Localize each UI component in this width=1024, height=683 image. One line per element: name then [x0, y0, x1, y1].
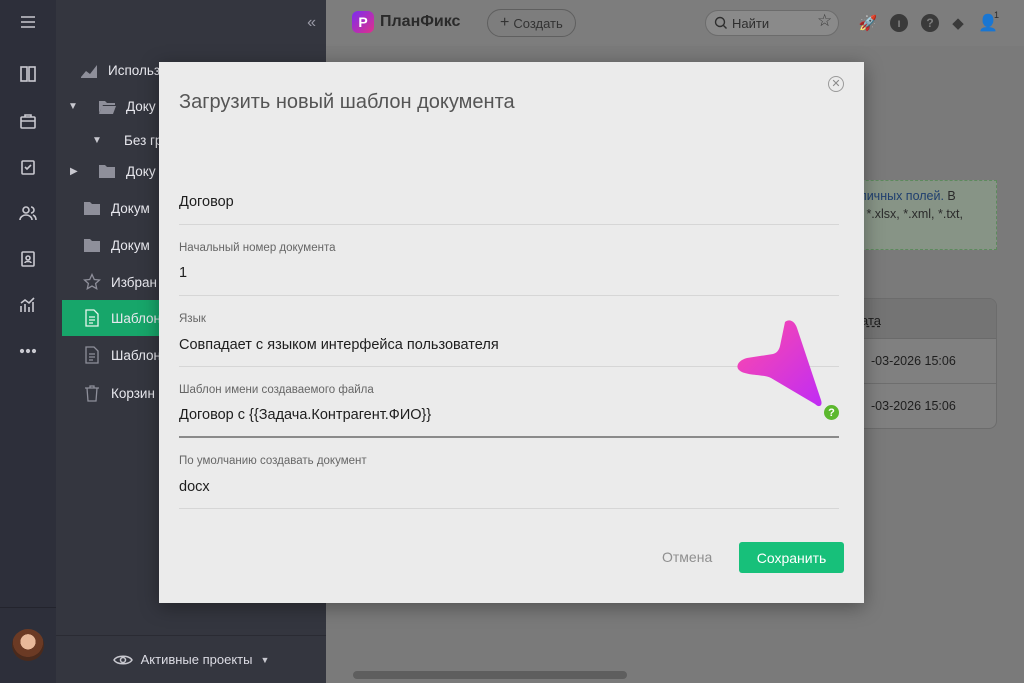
- templates-table: ата -03-2026 15:06 -03-2026 15:06: [846, 298, 997, 429]
- table-header-date[interactable]: ата: [847, 299, 996, 339]
- logo-mark: P: [352, 11, 374, 33]
- more-icon[interactable]: [18, 341, 38, 361]
- active-projects-filter[interactable]: Активные проекты ▼: [56, 635, 326, 683]
- search-icon: [714, 16, 727, 29]
- star-icon: [82, 272, 102, 291]
- briefcase-icon[interactable]: [18, 111, 38, 131]
- help-icon[interactable]: ?: [824, 405, 839, 420]
- notifications-count: 1: [994, 10, 1000, 20]
- contacts-icon[interactable]: [18, 203, 38, 223]
- start-number-value: 1: [179, 265, 188, 281]
- chevron-down-icon: ▼: [260, 654, 270, 665]
- horizontal-scrollbar[interactable]: [353, 671, 627, 679]
- analytics-icon[interactable]: [18, 295, 38, 315]
- plus-icon: +: [500, 14, 510, 31]
- create-button[interactable]: + Создать: [487, 9, 576, 37]
- tutorial-pointer-icon: [737, 320, 822, 407]
- help-icon[interactable]: ?: [921, 14, 939, 32]
- caret-right-icon[interactable]: ▶: [70, 166, 82, 177]
- app-logo[interactable]: P ПланФикс: [352, 11, 460, 33]
- language-label: Язык: [179, 313, 206, 325]
- default-format-label: По умолчанию создавать документ: [179, 455, 367, 467]
- menu-icon[interactable]: [18, 12, 38, 32]
- table-row[interactable]: -03-2026 15:06: [847, 384, 996, 428]
- trash-icon: [83, 384, 101, 402]
- folder-icon: [83, 236, 101, 254]
- start-number-label: Начальный номер документа: [179, 242, 336, 254]
- info-note: азличных полей. В cx, *.xlsx, *.xml, *.t…: [846, 180, 997, 250]
- chart-icon: [80, 61, 98, 79]
- language-value: Совпадает с языком интерфейса пользовате…: [179, 337, 499, 353]
- caret-down-icon[interactable]: ▼: [68, 101, 80, 112]
- close-icon[interactable]: ✕: [828, 76, 844, 92]
- filename-template-label: Шаблон имени создаваемого файла: [179, 384, 374, 396]
- document-icon: [83, 346, 101, 364]
- default-format-field[interactable]: По умолчанию создавать документ docx: [179, 438, 839, 509]
- document-name-value: Договор: [179, 194, 234, 210]
- dialog-title: Загрузить новый шаблон документа: [179, 91, 515, 113]
- cancel-button[interactable]: Отмена: [662, 549, 712, 565]
- create-label: Создать: [513, 15, 563, 31]
- user-avatar[interactable]: [12, 629, 44, 661]
- folder-icon: [98, 162, 116, 180]
- address-book-icon[interactable]: [18, 249, 38, 269]
- eye-icon: [112, 655, 133, 664]
- collapse-sidebar-icon[interactable]: «: [307, 14, 316, 32]
- top-bar: P ПланФикс + Создать Найти ☆ 🚀 ı ? ◆ 👤 1: [326, 0, 1024, 46]
- start-number-field[interactable]: Начальный номер документа 1: [179, 225, 839, 296]
- document-name-field[interactable]: Договор: [179, 174, 839, 225]
- active-projects-label: Активные проекты: [140, 652, 253, 667]
- caret-down-icon[interactable]: ▼: [92, 135, 104, 146]
- search-placeholder: Найти: [732, 15, 770, 31]
- document-icon: [83, 309, 101, 327]
- folder-icon: [83, 199, 101, 217]
- tasks-icon[interactable]: [18, 157, 38, 177]
- app-name: ПланФикс: [380, 13, 461, 30]
- hint-icon[interactable]: ı: [890, 14, 908, 32]
- left-rail: [0, 0, 56, 683]
- layers-icon[interactable]: ◆: [949, 14, 967, 32]
- projects-icon[interactable]: [18, 64, 38, 84]
- note-text: В: [943, 189, 956, 203]
- filename-template-value: Договор с {{Задача.Контрагент.ФИО}}: [179, 407, 432, 423]
- folder-open-icon: [98, 97, 116, 115]
- table-row[interactable]: -03-2026 15:06: [847, 339, 996, 384]
- rocket-icon[interactable]: 🚀: [859, 14, 878, 32]
- rail-divider: [0, 607, 56, 608]
- save-button[interactable]: Сохранить: [739, 542, 844, 573]
- favorite-star-icon[interactable]: ☆: [817, 11, 832, 31]
- default-format-value: docx: [179, 479, 210, 495]
- note-line2: cx, *.xlsx, *.xml, *.txt,: [847, 207, 963, 221]
